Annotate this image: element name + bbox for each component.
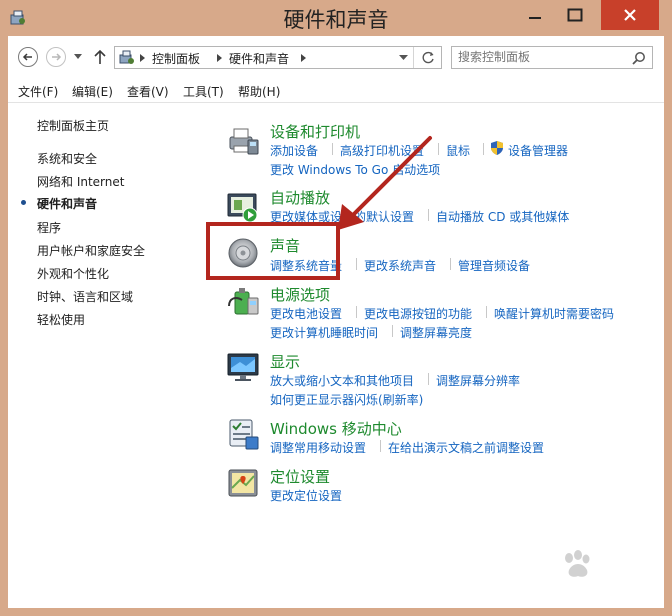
link-require-password-on-wake[interactable]: 唤醒计算机时需要密码 <box>494 305 614 322</box>
link-adjust-mobility-settings[interactable]: 调整常用移动设置 <box>270 439 366 456</box>
back-button[interactable] <box>18 47 38 67</box>
minimize-button[interactable] <box>520 0 550 30</box>
sidebar-home[interactable]: 控制面板主页 <box>37 117 109 134</box>
link-mouse[interactable]: 鼠标 <box>446 142 470 159</box>
link-manage-audio-devices[interactable]: 管理音频设备 <box>458 257 530 274</box>
sidebar-item-user-accounts[interactable]: 用户帐户和家庭安全 <box>37 242 145 259</box>
address-divider <box>413 47 414 68</box>
printer-icon[interactable] <box>226 124 260 158</box>
link-fix-monitor-flicker[interactable]: 如何更正显示器闪烁(刷新率) <box>270 391 423 408</box>
link-adjust-resolution[interactable]: 调整屏幕分辨率 <box>436 372 520 389</box>
category-title[interactable]: 定位设置 <box>270 466 330 487</box>
refresh-icon[interactable] <box>422 51 435 64</box>
power-icon[interactable] <box>226 284 260 318</box>
maximize-button[interactable] <box>557 0 593 30</box>
link-device-manager[interactable]: 设备管理器 <box>508 142 568 159</box>
link-change-sleep-time[interactable]: 更改计算机睡眠时间 <box>270 324 378 341</box>
minimize-icon <box>529 17 541 19</box>
location-icon[interactable] <box>226 466 260 500</box>
address-box[interactable]: 控制面板 硬件和声音 <box>114 46 442 69</box>
link-separator <box>438 143 439 155</box>
chevron-down-icon[interactable] <box>399 55 408 61</box>
link-separator <box>392 325 393 337</box>
display-icon[interactable] <box>226 350 260 384</box>
chevron-right-icon[interactable] <box>140 54 145 62</box>
sidebar-item-network[interactable]: 网络和 Internet <box>37 173 124 190</box>
link-zoom-text[interactable]: 放大或缩小文本和其他项目 <box>270 372 414 389</box>
arrow-left-icon <box>22 53 32 61</box>
link-separator <box>428 373 429 385</box>
maximize-icon <box>567 8 583 22</box>
annotation-arrow-icon <box>338 136 432 230</box>
breadcrumb-hardware-sound[interactable]: 硬件和声音 <box>229 50 289 67</box>
menu-edit[interactable]: 编辑(E) <box>72 83 113 100</box>
search-input[interactable] <box>458 49 618 65</box>
menu-help[interactable]: 帮助(H) <box>238 83 280 100</box>
category-title[interactable]: Windows 移动中心 <box>270 418 402 439</box>
close-button[interactable] <box>601 0 659 30</box>
client-area: 控制面板 硬件和声音 文件(F) 编辑(E) 查看(V) 工具(T) 帮助(H) <box>8 36 664 608</box>
search-icon[interactable] <box>632 51 646 65</box>
link-separator <box>356 306 357 318</box>
link-adjust-brightness[interactable]: 调整屏幕亮度 <box>400 324 472 341</box>
forward-button[interactable] <box>46 47 66 67</box>
autoplay-icon[interactable] <box>226 190 260 224</box>
current-item-bullet <box>21 200 26 205</box>
baidu-paw-logo-icon <box>565 550 590 577</box>
close-icon <box>624 9 636 21</box>
arrow-right-icon <box>52 53 62 61</box>
category-title[interactable]: 自动播放 <box>270 187 330 208</box>
menu-bar: 文件(F) 编辑(E) 查看(V) 工具(T) 帮助(H) <box>8 78 664 103</box>
link-change-power-button[interactable]: 更改电源按钮的功能 <box>364 305 472 322</box>
chevron-right-icon[interactable] <box>217 54 222 62</box>
sidebar-item-programs[interactable]: 程序 <box>37 219 61 236</box>
window: 硬件和声音 控制面板 硬件和声音 搜索控制面板 文件(F) 编辑(E) 查看(V… <box>0 0 672 616</box>
sidebar-item-ease-of-access[interactable]: 轻松使用 <box>37 311 85 328</box>
breadcrumb-control-panel[interactable]: 控制面板 <box>152 50 200 67</box>
link-separator <box>356 258 357 270</box>
menu-file[interactable]: 文件(F) <box>18 83 58 100</box>
up-arrow-icon[interactable] <box>94 49 106 65</box>
title-bar[interactable]: 硬件和声音 <box>0 0 672 36</box>
link-change-battery-settings[interactable]: 更改电池设置 <box>270 305 342 322</box>
category-title[interactable]: 显示 <box>270 351 300 372</box>
link-separator <box>380 440 381 452</box>
category-title[interactable]: 电源选项 <box>270 284 330 305</box>
sidebar-item-system-security[interactable]: 系统和安全 <box>37 150 97 167</box>
shield-icon <box>491 141 503 155</box>
menu-tools[interactable]: 工具(T) <box>183 83 224 100</box>
control-panel-small-icon <box>119 50 134 64</box>
annotation-highlight-box <box>206 222 340 280</box>
link-separator <box>450 258 451 270</box>
link-separator <box>486 306 487 318</box>
sidebar-item-hardware-sound[interactable]: 硬件和声音 <box>37 195 97 212</box>
search-box[interactable] <box>451 46 653 69</box>
chevron-right-icon[interactable] <box>301 54 306 62</box>
sidebar-item-appearance[interactable]: 外观和个性化 <box>37 265 109 282</box>
link-presentation-settings[interactable]: 在给出演示文稿之前调整设置 <box>388 439 544 456</box>
link-change-system-sounds[interactable]: 更改系统声音 <box>364 257 436 274</box>
link-change-location-settings[interactable]: 更改定位设置 <box>270 487 342 504</box>
recent-locations-icon[interactable] <box>74 54 82 60</box>
menu-view[interactable]: 查看(V) <box>127 83 169 100</box>
link-separator <box>483 143 484 155</box>
baidu-watermark <box>509 546 639 606</box>
sidebar-item-clock-region[interactable]: 时钟、语言和区域 <box>37 288 133 305</box>
link-add-device[interactable]: 添加设备 <box>270 142 318 159</box>
address-bar: 控制面板 硬件和声音 <box>8 36 664 78</box>
mobility-center-icon[interactable] <box>226 417 260 451</box>
link-autoplay-cd[interactable]: 自动播放 CD 或其他媒体 <box>436 208 569 225</box>
